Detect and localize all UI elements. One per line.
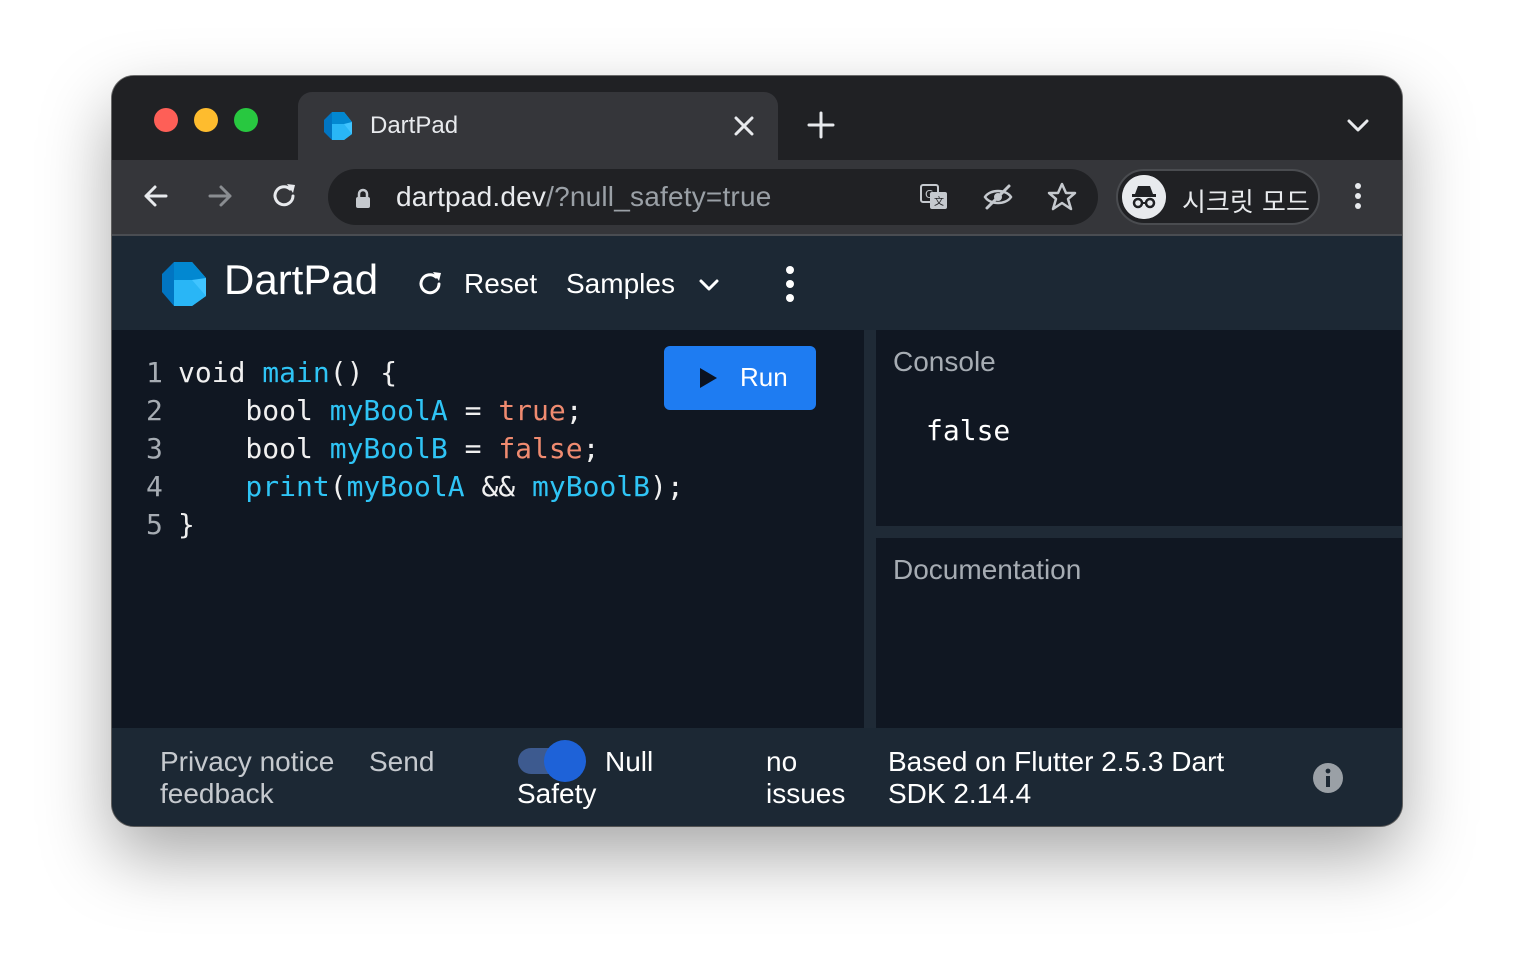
code-text[interactable]: } xyxy=(178,506,195,544)
code-token: bool xyxy=(178,394,330,427)
code-editor[interactable]: 1 void main() { 2 bool myBoolA = true; 3 bo… xyxy=(112,330,864,728)
incognito-chip[interactable]: 시크릿 모드 xyxy=(1116,169,1320,225)
run-button[interactable]: Run xyxy=(664,346,816,410)
lock-icon[interactable] xyxy=(354,187,372,209)
browser-menu-icon[interactable] xyxy=(1342,180,1374,212)
back-arrow-icon[interactable] xyxy=(140,180,172,212)
forward-arrow-icon[interactable] xyxy=(204,180,236,212)
eye-off-icon[interactable] xyxy=(982,181,1014,213)
play-icon xyxy=(700,368,717,388)
url-path: /?null_safety=true xyxy=(546,181,772,212)
translate-icon[interactable]: G 文 xyxy=(918,181,950,213)
code-token: void xyxy=(178,356,263,389)
plus-icon[interactable] xyxy=(806,110,836,140)
status-footer: Privacy notice feedback Send Null Safety… xyxy=(112,728,1402,826)
null-safety-label-2: Safety xyxy=(517,778,597,809)
feedback-link[interactable]: feedback xyxy=(160,778,274,810)
code-token: false xyxy=(498,432,583,465)
code-token: && xyxy=(464,470,533,503)
code-token: print xyxy=(178,470,330,503)
code-text[interactable]: print(myBoolA && myBoolB); xyxy=(178,468,684,506)
close-icon[interactable] xyxy=(730,112,758,140)
tab-strip: DartPad xyxy=(112,76,1402,160)
samples-dropdown[interactable]: Samples xyxy=(566,268,675,300)
dartpad-header: DartPad Reset Samples xyxy=(112,234,1402,330)
issues-status-2: issues xyxy=(766,778,846,809)
code-token: = xyxy=(447,394,499,427)
code-token: myBoolB xyxy=(532,470,651,503)
code-token: myBoolB xyxy=(329,432,448,465)
privacy-notice-link[interactable]: Privacy notice xyxy=(160,746,334,778)
code-token: true xyxy=(498,394,566,427)
documentation-panel: Documentation xyxy=(876,538,1402,728)
horizontal-splitter[interactable] xyxy=(876,526,1402,538)
code-token: ; xyxy=(582,432,600,465)
send-feedback-link[interactable]: Send xyxy=(369,746,434,778)
svg-text:G: G xyxy=(925,188,934,201)
console-output: false xyxy=(926,414,1011,447)
url-text[interactable]: dartpad.dev/?null_safety=true xyxy=(396,181,772,213)
line-number: 1 xyxy=(146,356,163,389)
tab-dartpad[interactable]: DartPad xyxy=(298,92,778,160)
code-token: ; xyxy=(565,394,583,427)
line-number: 2 xyxy=(146,394,163,427)
version-info-1: Based on Flutter 2.5.3 Dart xyxy=(888,746,1225,777)
code-token: main xyxy=(262,356,330,389)
tab-title: DartPad xyxy=(370,112,459,139)
info-icon[interactable] xyxy=(1312,762,1344,794)
svg-text:文: 文 xyxy=(934,195,944,208)
code-token: myBoolA xyxy=(346,470,465,503)
minimize-window-button[interactable] xyxy=(194,108,218,132)
line-number: 5 xyxy=(146,508,163,541)
code-text[interactable]: bool myBoolA = true; xyxy=(178,392,583,430)
maximize-window-button[interactable] xyxy=(234,108,258,132)
code-token: ( xyxy=(329,470,347,503)
code-token: myBoolA xyxy=(329,394,448,427)
code-token: = xyxy=(447,432,499,465)
reload-icon[interactable] xyxy=(268,180,300,212)
star-icon[interactable] xyxy=(1046,181,1078,213)
documentation-title: Documentation xyxy=(893,554,1082,585)
line-number: 3 xyxy=(146,432,163,465)
reset-button[interactable]: Reset xyxy=(464,268,537,300)
null-safety-label-1: Null xyxy=(605,746,654,777)
console-panel: Console false xyxy=(876,330,1402,526)
browser-window: DartPad dartpad.dev/?null_safety=true G … xyxy=(112,76,1402,826)
address-bar[interactable]: dartpad.dev/?null_safety=true G 文 xyxy=(328,169,1098,225)
browser-toolbar: dartpad.dev/?null_safety=true G 文 시크릿 모드 xyxy=(112,160,1402,234)
run-label: Run xyxy=(740,362,788,392)
chevron-down-icon[interactable] xyxy=(1344,114,1372,136)
code-token: } xyxy=(178,508,195,541)
null-safety-toggle-knob[interactable] xyxy=(544,740,586,782)
incognito-icon xyxy=(1122,175,1166,219)
code-token: bool xyxy=(178,432,330,465)
line-number: 4 xyxy=(146,470,163,503)
issues-status-1: no xyxy=(766,746,798,777)
close-window-button[interactable] xyxy=(154,108,178,132)
version-info-2: SDK 2.14.4 xyxy=(888,778,1032,809)
url-host: dartpad.dev xyxy=(396,181,547,212)
vertical-splitter[interactable] xyxy=(864,330,876,728)
refresh-icon[interactable] xyxy=(414,268,446,300)
dart-favicon-icon xyxy=(324,112,352,140)
code-text[interactable]: bool myBoolB = false; xyxy=(178,430,599,468)
app-title: DartPad xyxy=(224,256,379,303)
incognito-label: 시크릿 모드 xyxy=(1182,188,1310,218)
console-title: Console xyxy=(893,346,996,377)
code-token: () { xyxy=(329,356,398,389)
chevron-down-icon[interactable] xyxy=(696,272,722,298)
dart-logo-icon xyxy=(162,262,206,306)
code-token: ); xyxy=(650,470,684,503)
more-vert-icon[interactable] xyxy=(774,264,806,304)
code-text[interactable]: void main() { xyxy=(178,354,397,392)
